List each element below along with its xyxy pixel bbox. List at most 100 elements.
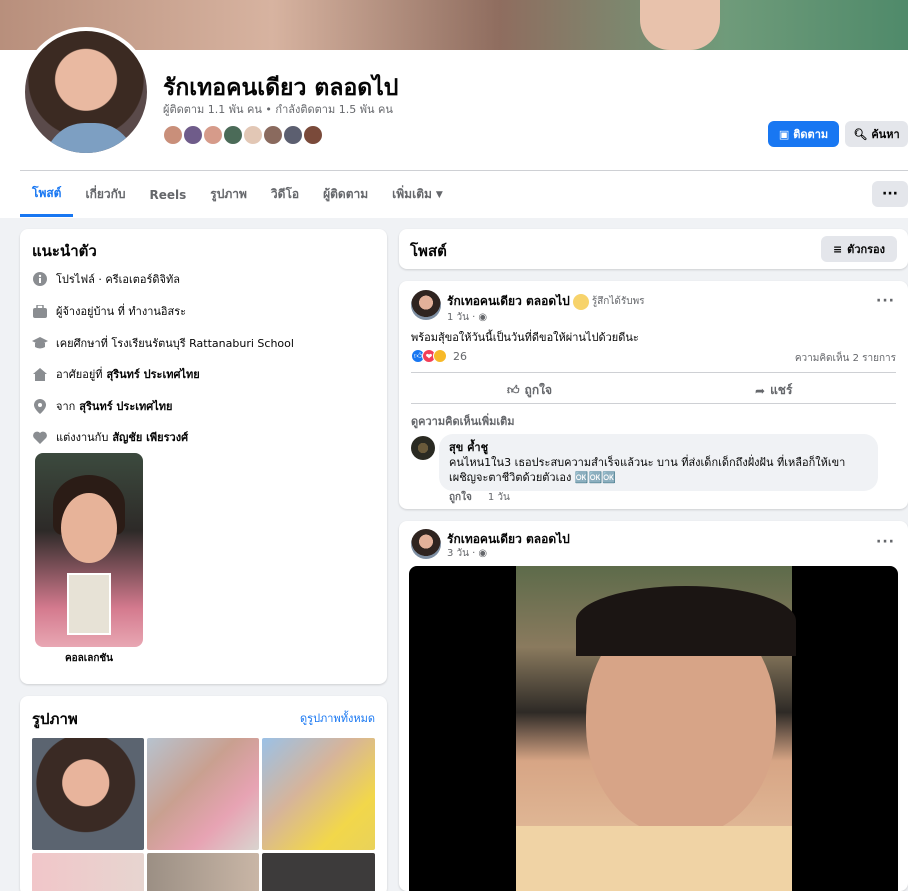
tab-followers[interactable]: ผู้ติดตาม xyxy=(311,172,380,217)
info-icon xyxy=(32,271,48,287)
post-options-icon[interactable]: ··· xyxy=(876,534,895,550)
post-options-icon[interactable]: ··· xyxy=(876,293,895,309)
intro-row-from: จาก สุรินทร์ ประเทศไทย xyxy=(32,397,172,415)
intro-card: แนะนำตัว โปรไฟล์ · ครีเอเตอร์ดิจิทัล ผู้… xyxy=(20,229,387,684)
search-icon: 🔍︎ xyxy=(853,127,868,141)
care-reaction-icon xyxy=(433,349,447,363)
profile-avatar[interactable] xyxy=(21,27,151,157)
tab-posts[interactable]: โพสต์ xyxy=(20,172,74,217)
comment-author[interactable]: สุข ค้ำชู xyxy=(449,440,868,455)
search-button[interactable]: 🔍︎ ค้นหา xyxy=(845,121,908,147)
like-button[interactable]: 👍︎ ถูกใจ xyxy=(507,381,552,400)
intro-row-relationship: แต่งงานกับ สัญชัย เพียรวงศ์ xyxy=(32,428,188,446)
comment-bubble: สุข ค้ำชู คนไหน1ใน3 เธอประสบความสำเร็จแล… xyxy=(439,434,878,491)
post-time[interactable]: 3 วัน · xyxy=(447,546,475,561)
tab-label: เพิ่มเติม xyxy=(392,187,432,201)
share-button[interactable]: ➦ แชร์ xyxy=(755,381,792,400)
friend-avatars[interactable] xyxy=(162,124,324,146)
tab-label: วิดีโอ xyxy=(270,187,300,201)
reaction-count: 26 xyxy=(453,349,467,363)
friend-avatar[interactable] xyxy=(282,124,304,146)
filter-label: ตัวกรอง xyxy=(847,243,886,256)
avatar-shirt xyxy=(45,123,135,153)
author-avatar[interactable] xyxy=(411,529,441,559)
tab-about[interactable]: เกี่ยวกับ xyxy=(73,172,137,217)
friend-avatar[interactable] xyxy=(262,124,284,146)
reaction-summary[interactable]: 👍︎ ❤︎ 26 xyxy=(411,349,467,363)
intro-row-work: ผู้จ้างอยู่บ้าน ที่ ทำงานอิสระ xyxy=(32,302,186,320)
home-icon xyxy=(32,366,48,382)
photo-thumbnail[interactable] xyxy=(262,853,375,891)
comment-actions: ถูกใจ 1 วัน xyxy=(449,490,510,505)
friend-avatar[interactable] xyxy=(242,124,264,146)
tab-label: รูปภาพ xyxy=(210,187,247,201)
cover-photo[interactable] xyxy=(0,0,908,50)
featured-face xyxy=(61,493,117,563)
friend-avatar[interactable] xyxy=(182,124,204,146)
share-label: แชร์ xyxy=(770,383,793,397)
photo-thumbnail[interactable] xyxy=(147,853,259,891)
post-divider xyxy=(411,403,896,404)
posts-title: โพสต์ xyxy=(410,242,447,260)
featured-inset-photo xyxy=(67,573,111,635)
tab-videos[interactable]: วิดีโอ xyxy=(259,172,311,217)
photo-thumbnail[interactable] xyxy=(262,738,375,850)
caret-down-icon: ▼ xyxy=(435,189,443,200)
heart-icon xyxy=(32,429,48,445)
tab-label: ผู้ติดตาม xyxy=(323,187,369,201)
tab-reels[interactable]: Reels xyxy=(138,172,199,217)
filter-button[interactable]: ≡ ตัวกรอง xyxy=(821,236,897,262)
video-player[interactable] xyxy=(409,566,898,891)
friend-avatar[interactable] xyxy=(162,124,184,146)
friend-avatar[interactable] xyxy=(202,124,224,146)
globe-icon: ◉ xyxy=(478,312,488,323)
tab-more[interactable]: เพิ่มเติม ▼ xyxy=(380,172,455,217)
post-header: รักเทอคนเดียว ตลอดไป รู้สึกได้รับพร xyxy=(447,292,645,311)
comments-count[interactable]: ความคิดเห็น 2 รายการ xyxy=(795,351,896,366)
post-card: รักเทอคนเดียว ตลอดไป รู้สึกได้รับพร 1 วั… xyxy=(399,281,908,509)
share-icon: ➦ xyxy=(755,383,766,398)
video-hair xyxy=(576,586,796,656)
tab-photos[interactable]: รูปภาพ xyxy=(198,172,259,217)
post-feeling: รู้สึกได้รับพร xyxy=(591,296,645,307)
thumbs-up-icon: 👍︎ xyxy=(507,383,520,397)
photo-thumbnail[interactable] xyxy=(32,853,144,891)
photo-thumbnail[interactable] xyxy=(147,738,259,850)
post-author[interactable]: รักเทอคนเดียว ตลอดไป xyxy=(447,292,570,311)
profile-stats[interactable]: ผู้ติดตาม 1.1 พัน คน • กำลังติดตาม 1.5 พ… xyxy=(163,100,393,118)
intro-strong[interactable]: สุรินทร์ ประเทศไทย xyxy=(79,397,172,415)
intro-strong[interactable]: สัญชัย เพียรวงศ์ xyxy=(112,428,188,446)
post-divider xyxy=(411,372,896,373)
more-options-button[interactable]: ··· xyxy=(872,181,908,207)
author-avatar[interactable] xyxy=(411,290,441,320)
comment-time[interactable]: 1 วัน xyxy=(488,490,510,505)
featured-collection[interactable] xyxy=(35,453,143,647)
post-time[interactable]: 1 วัน · xyxy=(447,310,475,325)
tab-label: เกี่ยวกับ xyxy=(85,187,126,201)
intro-text: ผู้จ้างอยู่บ้าน ที่ ทำงานอิสระ xyxy=(56,305,187,318)
intro-row-profile: โปรไฟล์ · ครีเอเตอร์ดิจิทัล xyxy=(32,270,180,288)
intro-row-education: เคยศึกษาที่ โรงเรียนรัตนบุรี Rattanaburi… xyxy=(32,334,294,352)
briefcase-icon xyxy=(32,303,48,319)
comment-like-button[interactable]: ถูกใจ xyxy=(449,490,472,505)
photos-card: รูปภาพ ดูรูปภาพทั้งหมด xyxy=(20,696,387,891)
intro-text: อาศัยอยู่ที่ xyxy=(56,368,103,381)
intro-row-lives: อาศัยอยู่ที่ สุรินทร์ ประเทศไทย xyxy=(32,365,200,383)
intro-text: โปรไฟล์ · ครีเอเตอร์ดิจิทัล xyxy=(56,273,180,286)
search-label: ค้นหา xyxy=(871,128,900,141)
header-divider xyxy=(20,170,908,171)
friend-avatar[interactable] xyxy=(302,124,324,146)
follow-button[interactable]: ▣ ติดตาม xyxy=(768,121,839,147)
featured-label: คอลเลกชัน xyxy=(64,653,114,664)
friend-avatar[interactable] xyxy=(222,124,244,146)
location-pin-icon xyxy=(32,398,48,414)
view-more-comments[interactable]: ดูความคิดเห็นเพิ่มเติม xyxy=(411,412,515,430)
see-all-photos-link[interactable]: ดูรูปภาพทั้งหมด xyxy=(300,709,375,727)
comment-text: คนไหน1ใน3 เธอประสบความสำเร็จแล้วนะ บาน ท… xyxy=(449,456,846,484)
intro-title: แนะนำตัว xyxy=(32,242,97,260)
filter-icon: ≡ xyxy=(832,242,843,256)
photo-thumbnail[interactable] xyxy=(32,738,144,850)
follow-icon: ▣ xyxy=(778,127,790,141)
intro-strong[interactable]: สุรินทร์ ประเทศไทย xyxy=(107,365,200,383)
commenter-avatar[interactable] xyxy=(411,436,435,460)
